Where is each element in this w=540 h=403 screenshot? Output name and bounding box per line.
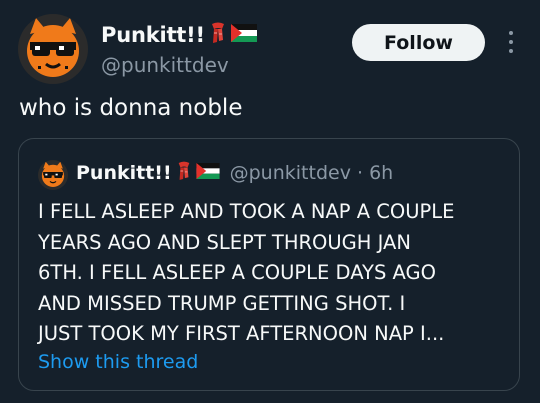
- quote-avatar: [38, 160, 68, 190]
- follow-button[interactable]: Follow: [352, 24, 485, 61]
- author-name-row[interactable]: Punkitt!!: [101, 22, 257, 48]
- dot: [509, 40, 513, 44]
- avatar[interactable]: [18, 14, 88, 84]
- dot: [509, 31, 513, 35]
- author-display-name[interactable]: Punkitt!!: [101, 23, 205, 47]
- palestine-flag-icon: [196, 163, 220, 183]
- quote-text-line: 6TH. I FELL ASLEEP A COUPLE DAYS AGO: [38, 261, 436, 284]
- quote-text-line: YEARS AGO AND SLEPT THROUGH JAN: [38, 230, 411, 254]
- red-scarf-icon: [209, 22, 227, 48]
- quote-header: Punkitt!! @punkittdev · 6h: [76, 161, 393, 185]
- tweet-card: Punkitt!! @punkittdev Follow who is donn…: [0, 0, 540, 403]
- cat-avatar-icon: [38, 160, 68, 190]
- red-scarf-icon: [176, 161, 192, 185]
- quote-display-name: Punkitt!!: [76, 162, 172, 184]
- quote-text: I FELL ASLEEP AND TOOK A NAP A COUPLE YE…: [38, 197, 508, 350]
- quote-text-line: JUST TOOK MY FIRST AFTERNOON NAP I...: [38, 322, 445, 345]
- quote-handle-time: @punkittdev · 6h: [229, 162, 394, 184]
- palestine-flag-icon: [230, 24, 257, 46]
- quote-text-line: AND MISSED TRUMP GETTING SHOT. I: [38, 291, 406, 315]
- dot: [509, 49, 513, 53]
- author-handle[interactable]: @punkittdev: [101, 53, 229, 77]
- show-thread-link[interactable]: Show this thread: [38, 351, 198, 373]
- quote-text-line: I FELL ASLEEP AND TOOK A NAP A COUPLE: [38, 200, 455, 223]
- more-options-icon[interactable]: [505, 28, 517, 56]
- quoted-tweet[interactable]: Punkitt!! @punkittdev · 6h I FELL ASLEEP…: [18, 138, 520, 391]
- cat-avatar-icon: [18, 14, 88, 84]
- tweet-text: who is donna noble: [19, 95, 243, 121]
